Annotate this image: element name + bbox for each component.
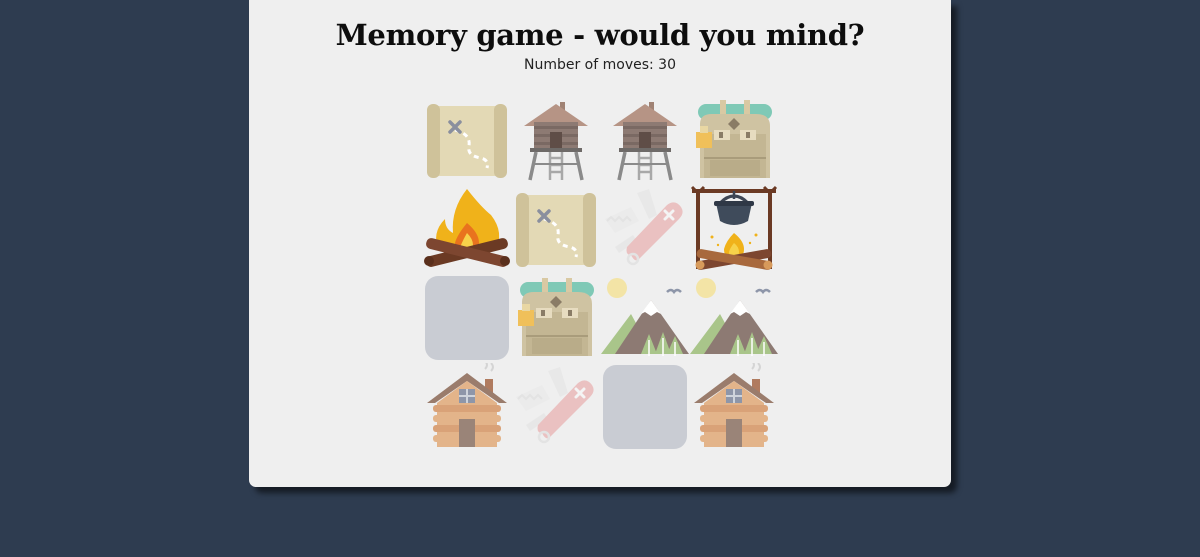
mountains-icon [690,274,778,362]
log-cabin-icon [423,363,511,451]
card-mountains[interactable] [601,274,689,362]
watchtower-icon [601,96,689,184]
game-title: Memory game - would you mind? [335,18,865,52]
watchtower-icon [512,96,600,184]
card-face-down[interactable] [601,363,689,451]
card-backpack[interactable] [512,274,600,362]
treasure-map-icon [512,185,600,273]
card-backpack[interactable] [690,96,778,184]
card-pocket-knife[interactable] [512,363,600,451]
card-grid [423,96,779,452]
card-campfire[interactable] [423,185,511,273]
game-panel: Memory game - would you mind? Number of … [249,0,951,487]
card-watchtower[interactable] [512,96,600,184]
card-face-down[interactable] [423,274,511,362]
backpack-icon [690,96,778,184]
campfire-icon [423,185,511,273]
card-treasure-map[interactable] [423,96,511,184]
moves-counter: Number of moves: 30 [523,57,676,73]
card-mountains[interactable] [690,274,778,362]
card-treasure-map[interactable] [512,185,600,273]
cooking-pot-fire-icon [690,185,778,273]
card-log-cabin[interactable] [423,363,511,451]
card-back [425,276,509,360]
pocket-knife-icon [601,185,689,273]
card-watchtower[interactable] [601,96,689,184]
card-cooking-pot[interactable] [690,185,778,273]
mountains-icon [601,274,689,362]
pocket-knife-icon [512,363,600,451]
treasure-map-icon [423,96,511,184]
card-pocket-knife[interactable] [601,185,689,273]
card-log-cabin[interactable] [690,363,778,451]
backpack-icon [512,274,600,362]
card-back [603,365,687,449]
log-cabin-icon [690,363,778,451]
